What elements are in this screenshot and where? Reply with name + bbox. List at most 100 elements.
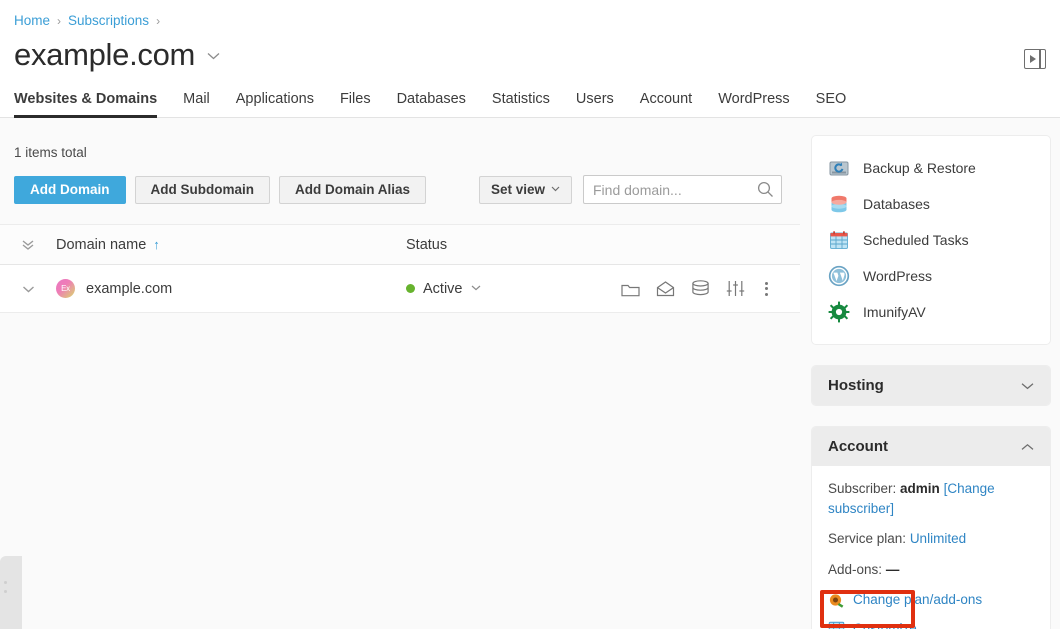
scheduled-tasks-icon	[828, 229, 850, 251]
tab-wordpress[interactable]: WordPress	[718, 91, 802, 117]
sidebar-item-backup-restore[interactable]: Backup & Restore	[812, 150, 1050, 186]
title-chevron-down-icon[interactable]	[207, 48, 220, 63]
settings-sliders-icon[interactable]	[726, 280, 745, 297]
column-header-status-label: Status	[406, 236, 448, 253]
search-wrapper	[583, 175, 782, 204]
set-view-button[interactable]: Set view	[478, 175, 572, 204]
breadcrumb-separator-icon: ›	[57, 13, 62, 28]
collapse-bar-icon	[1039, 50, 1041, 68]
avatar: Ex	[56, 279, 75, 298]
status-chevron-down-icon[interactable]	[471, 283, 481, 294]
sidebar-item-label: Backup & Restore	[863, 160, 976, 176]
mail-icon[interactable]	[656, 280, 675, 297]
tab-account[interactable]: Account	[640, 91, 705, 117]
database-icon[interactable]	[691, 280, 710, 297]
account-panel: Account Subscriber: admin [Change subscr…	[812, 427, 1050, 629]
search-icon[interactable]	[757, 181, 774, 203]
customize-link[interactable]: Customize	[853, 619, 917, 629]
sidebar-item-wordpress[interactable]: WordPress	[812, 258, 1050, 294]
add-domain-button[interactable]: Add Domain	[14, 175, 126, 204]
service-plan-link[interactable]: Unlimited	[910, 531, 966, 546]
left-rail-collapsed[interactable]	[0, 556, 22, 629]
sidebar-item-databases[interactable]: Databases	[812, 186, 1050, 222]
page-title: example.com	[14, 37, 196, 72]
imunifyav-icon	[828, 301, 850, 323]
breadcrumb-item-home[interactable]: Home	[14, 13, 50, 28]
service-plan-line: Service plan: Unlimited	[828, 529, 1034, 549]
change-plan-icon	[828, 592, 845, 609]
subscriber-line: Subscriber: admin [Change subscriber]	[828, 479, 1034, 518]
main-tabs: Websites & Domains Mail Applications Fil…	[0, 91, 1060, 118]
tab-seo[interactable]: SEO	[816, 91, 860, 117]
customize-row[interactable]: Customize	[828, 619, 1034, 629]
rail-dot	[4, 590, 7, 593]
change-plan-addons-row[interactable]: Change plan/add-ons	[828, 590, 1034, 610]
add-domain-alias-button[interactable]: Add Domain Alias	[279, 175, 427, 204]
tools-card: Backup & Restore Databases Scheduled Tas…	[812, 136, 1050, 344]
row-expand-icon[interactable]	[0, 285, 56, 293]
breadcrumb-item-subscriptions[interactable]: Subscriptions	[68, 13, 149, 28]
sidebar-item-label: ImunifyAV	[863, 304, 926, 320]
toolbar-right-group: Set view	[478, 175, 800, 204]
subscriber-value: admin	[900, 481, 940, 496]
plesk-page: Home › Subscriptions › example.com Websi…	[0, 0, 1060, 629]
column-header-domain-name-label: Domain name	[56, 236, 147, 253]
sidebar-item-imunifyav[interactable]: ImunifyAV	[812, 294, 1050, 330]
sidebar-item-label: WordPress	[863, 268, 932, 284]
breadcrumb-separator-icon: ›	[156, 13, 161, 28]
chevron-down-icon	[551, 184, 560, 195]
change-plan-addons-link[interactable]: Change plan/add-ons	[853, 590, 982, 610]
add-subdomain-button[interactable]: Add Subdomain	[134, 175, 270, 204]
domains-table: Domain name ↑ Status Ex example.com Acti…	[0, 224, 800, 313]
tab-websites-domains[interactable]: Websites & Domains	[14, 91, 170, 118]
folder-icon[interactable]	[621, 281, 640, 297]
row-domain-name-cell: Ex example.com	[56, 279, 406, 298]
tab-statistics[interactable]: Statistics	[492, 91, 563, 117]
column-header-domain-name[interactable]: Domain name ↑	[56, 237, 406, 253]
tab-mail[interactable]: Mail	[183, 91, 223, 117]
breadcrumb: Home › Subscriptions ›	[0, 0, 1060, 28]
row-status-cell[interactable]: Active	[406, 281, 606, 297]
sort-ascending-icon: ↑	[153, 237, 160, 252]
addons-value: —	[885, 561, 900, 577]
rail-dot	[4, 581, 7, 584]
tab-applications[interactable]: Applications	[236, 91, 327, 117]
account-panel-header[interactable]: Account	[812, 427, 1050, 466]
expand-all-icon[interactable]	[0, 239, 56, 251]
title-row: example.com	[0, 28, 1060, 73]
tab-files[interactable]: Files	[340, 91, 384, 117]
page-header: Home › Subscriptions › example.com Websi…	[0, 0, 1060, 118]
sidebar-item-label: Scheduled Tasks	[863, 232, 969, 248]
table-row: Ex example.com Active	[0, 265, 800, 313]
row-domain-name-link[interactable]: example.com	[86, 281, 172, 297]
tab-users[interactable]: Users	[576, 91, 627, 117]
right-sidebar: Backup & Restore Databases Scheduled Tas…	[812, 136, 1050, 629]
chevron-up-icon	[1021, 440, 1034, 454]
databases-icon	[828, 193, 850, 215]
account-panel-title: Account	[828, 438, 888, 455]
status-dot-icon	[406, 284, 415, 293]
items-total-label: 1 items total	[14, 145, 87, 160]
chevron-down-icon	[1021, 379, 1034, 393]
status-badge: Active	[423, 280, 463, 297]
panel-collapse-icon[interactable]	[1024, 49, 1046, 69]
tab-databases[interactable]: Databases	[397, 91, 479, 117]
search-input[interactable]	[583, 175, 782, 204]
hosting-panel: Hosting	[812, 366, 1050, 405]
subscriber-label: Subscriber:	[828, 481, 897, 496]
addons-label: Add-ons:	[828, 561, 883, 577]
table-header-row: Domain name ↑ Status	[0, 225, 800, 265]
content-area: 1 items total Add Domain Add Subdomain A…	[0, 128, 800, 313]
wordpress-icon	[828, 265, 850, 287]
hosting-panel-header[interactable]: Hosting	[812, 366, 1050, 405]
sidebar-item-scheduled-tasks[interactable]: Scheduled Tasks	[812, 222, 1050, 258]
hosting-panel-title: Hosting	[828, 377, 884, 394]
addons-line: Add-ons: —	[828, 560, 1034, 580]
service-plan-label: Service plan:	[828, 531, 907, 547]
column-header-status[interactable]: Status	[406, 237, 606, 253]
more-options-icon[interactable]	[761, 281, 772, 296]
row-actions	[621, 280, 800, 297]
collapse-arrow-icon	[1030, 55, 1036, 63]
set-view-label: Set view	[490, 182, 545, 197]
toolbar: Add Domain Add Subdomain Add Domain Alia…	[0, 160, 800, 204]
